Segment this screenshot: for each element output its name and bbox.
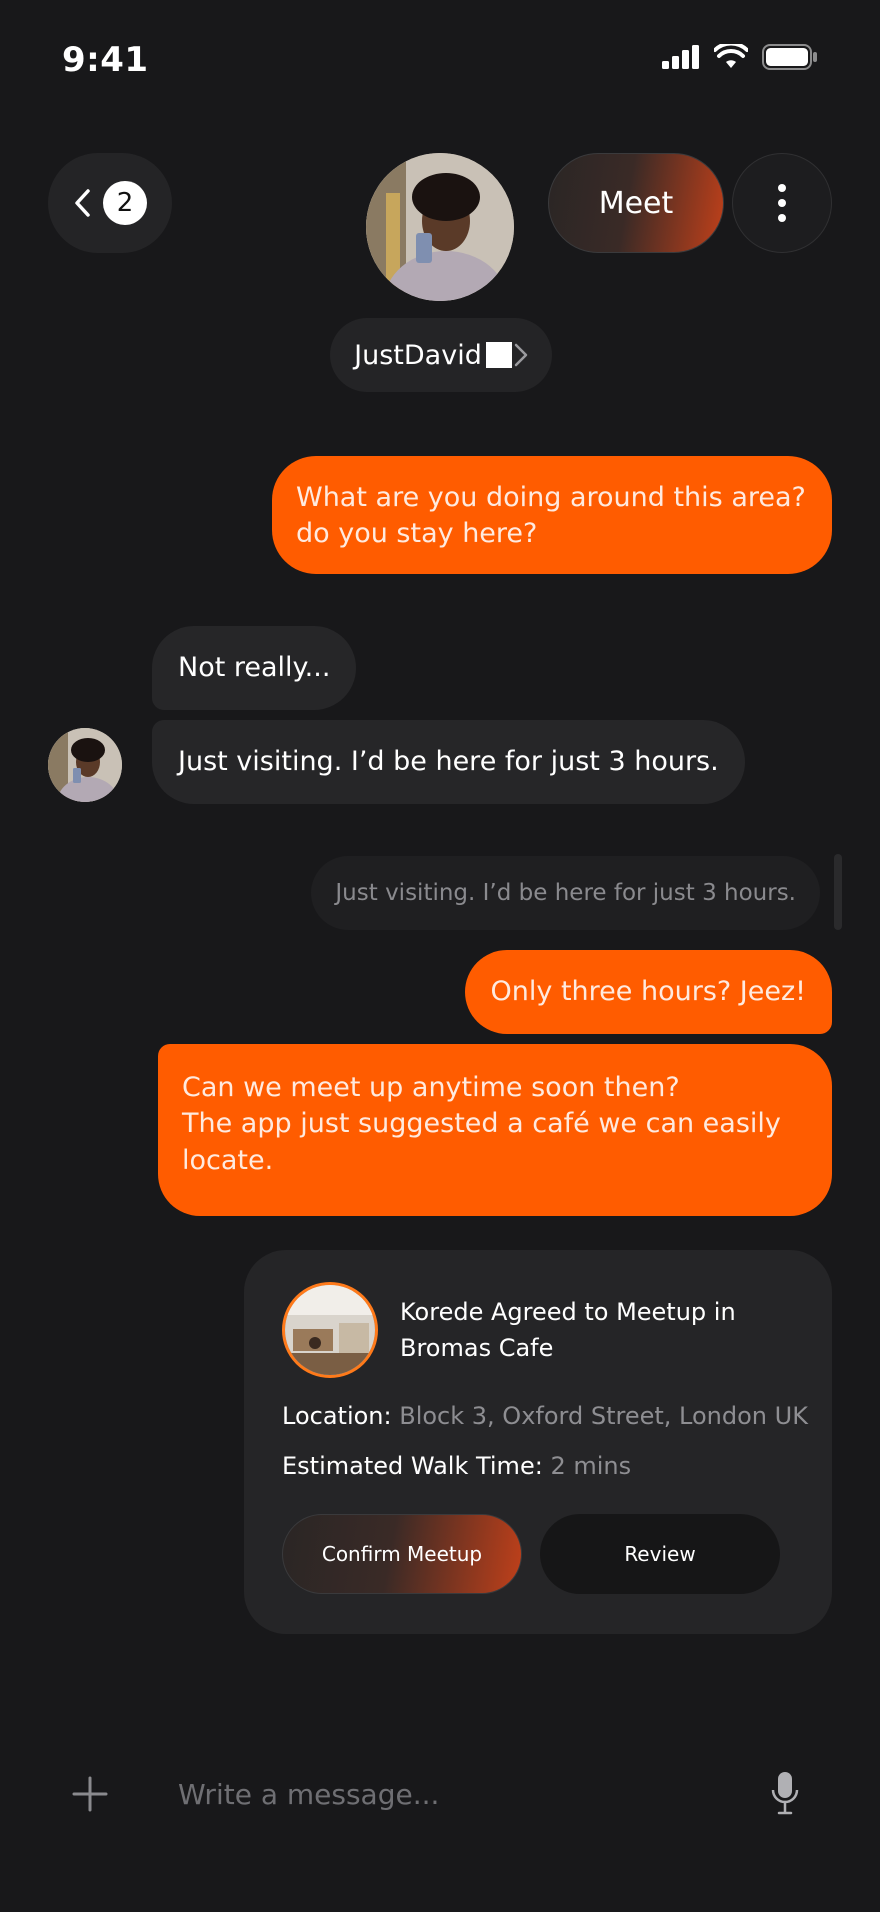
confirm-meetup-button[interactable]: Confirm Meetup <box>282 1514 522 1594</box>
cafe-thumbnail <box>282 1282 378 1378</box>
more-dot <box>778 214 786 222</box>
status-time: 9:41 <box>62 40 149 80</box>
cafe-photo-icon <box>285 1285 375 1375</box>
battery-icon <box>762 44 817 70</box>
walk-time-label: Estimated Walk Time: <box>282 1452 543 1480</box>
more-options-button[interactable] <box>732 153 832 253</box>
message-bubble-outgoing[interactable]: What are you doing around this area? do … <box>272 456 832 574</box>
review-button[interactable]: Review <box>540 1514 780 1594</box>
message-bubble-outgoing[interactable]: Only three hours? Jeez! <box>464 950 832 1034</box>
contact-avatar[interactable] <box>366 153 514 301</box>
reply-indicator-bar <box>834 854 842 930</box>
location-row: Location: Block 3, Oxford Street, London… <box>282 1398 808 1434</box>
meetup-title: Korede Agreed to Meetup in Bromas Cafe <box>400 1298 736 1362</box>
wifi-icon <box>714 44 748 68</box>
sender-avatar[interactable] <box>48 728 122 802</box>
contact-name: JustDavid <box>354 339 482 371</box>
message-line: The app just suggested a café we can eas… <box>182 1108 781 1176</box>
more-vertical-icon <box>778 184 786 192</box>
location-value: Block 3, Oxford Street, London UK <box>399 1402 808 1430</box>
meet-button[interactable]: Meet <box>548 153 724 253</box>
walk-time-row: Estimated Walk Time: 2 mins <box>282 1448 794 1484</box>
back-button[interactable]: 2 <box>48 153 172 253</box>
message-bubble-outgoing[interactable]: Can we meet up anytime soon then? The ap… <box>158 1044 832 1216</box>
reply-preview[interactable]: Just visiting. I’d be here for just 3 ho… <box>311 856 820 930</box>
redacted-mark <box>485 342 512 368</box>
plus-icon[interactable] <box>70 1774 110 1814</box>
chevron-left-icon <box>75 189 90 217</box>
message-line: Can we meet up anytime soon then? <box>182 1072 680 1103</box>
location-label: Location: <box>282 1402 392 1430</box>
contact-name-button[interactable]: JustDavid <box>330 318 552 392</box>
more-dot <box>778 199 786 207</box>
unread-count-badge: 2 <box>103 181 147 225</box>
microphone-icon[interactable] <box>770 1770 800 1816</box>
cellular-signal-icon <box>662 45 699 69</box>
message-input[interactable] <box>178 1766 738 1822</box>
meetup-card: Korede Agreed to Meetup in Bromas Cafe L… <box>244 1250 832 1634</box>
avatar-photo-icon <box>48 728 122 802</box>
chevron-right-icon <box>514 343 528 367</box>
avatar-photo-icon <box>366 153 514 301</box>
message-bubble-incoming[interactable]: Just visiting. I’d be here for just 3 ho… <box>152 720 745 804</box>
walk-time-value: 2 mins <box>550 1452 632 1480</box>
status-icons <box>662 44 818 70</box>
message-bubble-incoming[interactable]: Not really... <box>152 626 357 710</box>
